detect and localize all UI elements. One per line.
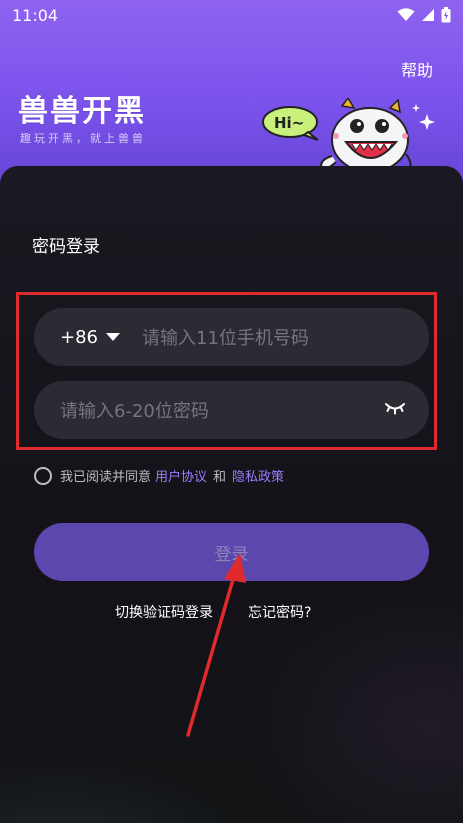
svg-text:Hi~: Hi~ <box>274 114 304 132</box>
user-agreement-link[interactable]: 用户协议 <box>155 466 207 485</box>
sparkle-icon <box>419 114 435 130</box>
annotation-highlight-box <box>16 292 437 450</box>
monster-icon <box>320 98 412 175</box>
annotation-arrow <box>186 553 246 737</box>
privacy-policy-link[interactable]: 隐私政策 <box>232 466 284 485</box>
signal-icon <box>422 9 434 21</box>
agreement-prefix: 我已阅读并同意 <box>60 470 152 485</box>
sparkle-icon <box>412 104 420 112</box>
app-logo-text: 兽兽开黑 <box>18 94 146 129</box>
status-bar: 11:04 <box>0 0 463 30</box>
login-title: 密码登录 <box>32 237 100 257</box>
status-icons <box>397 7 451 23</box>
help-link[interactable]: 帮助 <box>401 57 433 81</box>
hi-speech-bubble: Hi~ <box>262 106 319 141</box>
agreement-row: 我已阅读并同意 用户协议 和 隐私政策 <box>34 466 284 485</box>
status-time: 11:04 <box>12 5 59 25</box>
app-slogan: 趣玩开黑，就上兽兽 <box>20 132 146 145</box>
battery-icon <box>441 7 451 23</box>
agreement-checkbox[interactable] <box>34 466 52 485</box>
agreement-and: 和 <box>213 470 227 485</box>
wifi-icon <box>397 8 415 21</box>
